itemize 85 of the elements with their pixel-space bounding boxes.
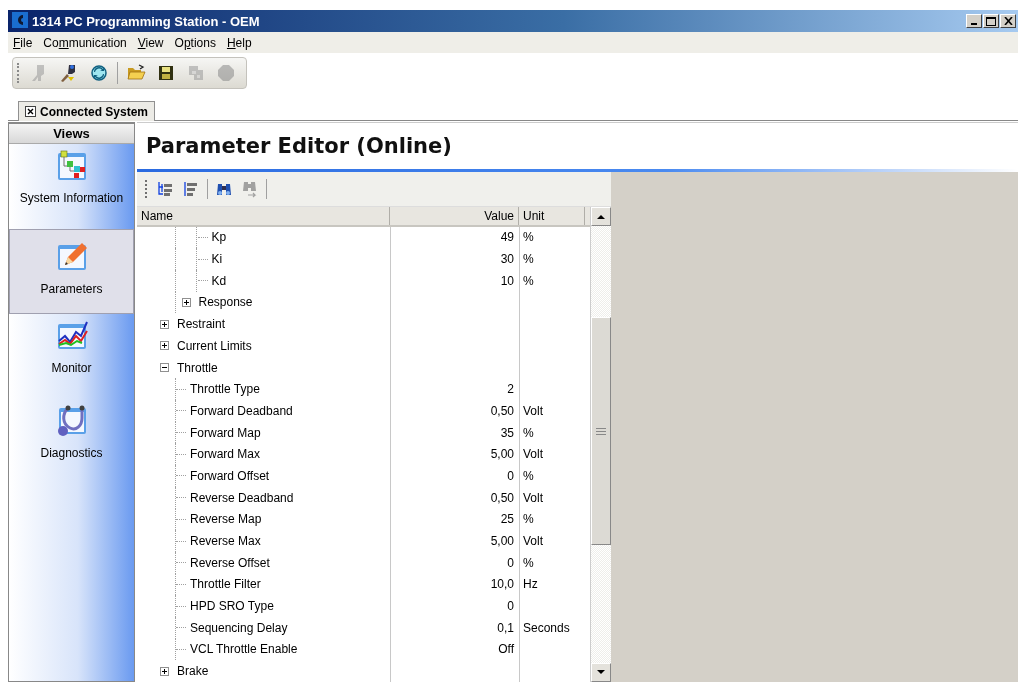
parameter-value: 2 — [507, 382, 514, 397]
nav-item[interactable]: Monitor — [9, 314, 134, 399]
unit-label: % — [523, 468, 534, 483]
parameter-name[interactable]: Ki — [211, 252, 223, 267]
parameter-value: 5,00 — [490, 534, 514, 549]
close-button[interactable] — [1000, 14, 1016, 28]
caret-up-icon — [597, 214, 605, 219]
parameter-name[interactable]: HPD SRO Type — [190, 599, 274, 614]
parameter-name[interactable]: Throttle — [177, 360, 218, 375]
parameter-name[interactable]: Kd — [211, 273, 227, 288]
expand-toggle[interactable] — [160, 666, 169, 676]
parameter-value: 0,50 — [490, 403, 514, 418]
parameter-name[interactable]: Kp — [211, 230, 227, 245]
parameter-value: 49 — [500, 230, 514, 245]
menu-item[interactable]: Options — [169, 35, 222, 50]
unit-label: Volt — [523, 447, 543, 462]
parameter-value: 0 — [507, 468, 514, 483]
parameter-value: 0,1 — [497, 620, 514, 635]
minimize-button[interactable] — [966, 14, 982, 28]
scrollbar[interactable] — [590, 207, 611, 682]
maximize-icon — [986, 16, 996, 26]
close-icon[interactable] — [25, 106, 36, 117]
expand-toggle[interactable] — [160, 341, 169, 351]
nav-item[interactable]: System Information — [9, 144, 134, 229]
menu-item[interactable]: View — [132, 35, 170, 50]
parameter-value: 30 — [500, 252, 514, 267]
parameter-name[interactable]: Brake — [177, 664, 209, 679]
scroll-down-button[interactable] — [591, 663, 611, 682]
parameter-name[interactable]: Reverse Offset — [190, 555, 270, 570]
parameter-name[interactable]: Sequencing Delay — [190, 620, 288, 635]
parameter-value: 0 — [507, 555, 514, 570]
unit-label: Hz — [523, 577, 538, 592]
parameter-name[interactable]: Throttle Type — [190, 382, 260, 397]
maximize-button[interactable] — [983, 14, 999, 28]
nav-item[interactable]: Parameters — [9, 229, 134, 314]
scroll-thumb[interactable] — [591, 317, 611, 545]
unit-label: Volt — [523, 534, 543, 549]
unit-label: % — [523, 230, 534, 245]
caret-down-icon — [597, 670, 605, 675]
unit-label: % — [523, 273, 534, 288]
unit-label: % — [523, 425, 534, 440]
column-header[interactable]: Name — [137, 207, 390, 225]
parameter-value: 5,00 — [490, 447, 514, 462]
nav-item[interactable]: Diagnostics — [9, 399, 134, 484]
unit-label: % — [523, 512, 534, 527]
parameter-name[interactable]: Reverse Max — [190, 534, 261, 549]
parameter-name[interactable]: Forward Map — [190, 425, 261, 440]
app-icon — [12, 11, 28, 31]
menu-item[interactable]: Help — [221, 35, 258, 50]
column-header[interactable]: Unit — [519, 207, 585, 225]
close-icon — [1003, 17, 1013, 25]
parameter-name[interactable]: Current Limits — [177, 338, 252, 353]
parameter-name[interactable]: Response — [198, 295, 253, 310]
parameter-value: 35 — [500, 425, 514, 440]
parameter-name[interactable]: VCL Throttle Enable — [190, 642, 298, 657]
collapse-toggle[interactable] — [160, 363, 169, 373]
parameter-value: 0,50 — [490, 490, 514, 505]
expand-toggle[interactable] — [160, 319, 169, 329]
expand-toggle[interactable] — [181, 297, 191, 307]
parameter-value: Off — [498, 642, 514, 657]
expand-tree-icon[interactable] — [155, 179, 175, 199]
unit-label: % — [523, 555, 534, 570]
parameter-value: 25 — [500, 512, 514, 527]
unit-label: Volt — [523, 490, 543, 505]
views-header: Views — [9, 124, 134, 144]
unit-label: % — [523, 252, 534, 267]
window-title: 1314 PC Programming Station - OEM — [32, 13, 261, 29]
unit-label: Volt — [523, 403, 543, 418]
parameter-name[interactable]: Reverse Deadband — [190, 490, 294, 505]
scroll-up-button[interactable] — [591, 207, 611, 226]
tab[interactable]: Connected System — [18, 101, 156, 121]
parameter-value: 10,0 — [490, 577, 514, 592]
parameter-name[interactable]: Reverse Map — [190, 512, 262, 527]
menu-item[interactable]: Communication — [38, 35, 133, 50]
parameter-name[interactable]: Restraint — [177, 317, 226, 332]
parameter-name[interactable]: Forward Max — [190, 447, 260, 462]
parameter-value: 0 — [507, 599, 514, 614]
page-title: Parameter Editor (Online) — [146, 134, 452, 158]
unit-label: Seconds — [523, 620, 570, 635]
parameter-name[interactable]: Forward Offset — [190, 468, 270, 483]
menu-item[interactable]: File — [8, 35, 39, 50]
parameter-value: 10 — [500, 273, 514, 288]
parameter-name[interactable]: Throttle Filter — [190, 577, 261, 592]
column-header[interactable]: Value — [390, 207, 519, 225]
parameter-name[interactable]: Forward Deadband — [190, 403, 293, 418]
